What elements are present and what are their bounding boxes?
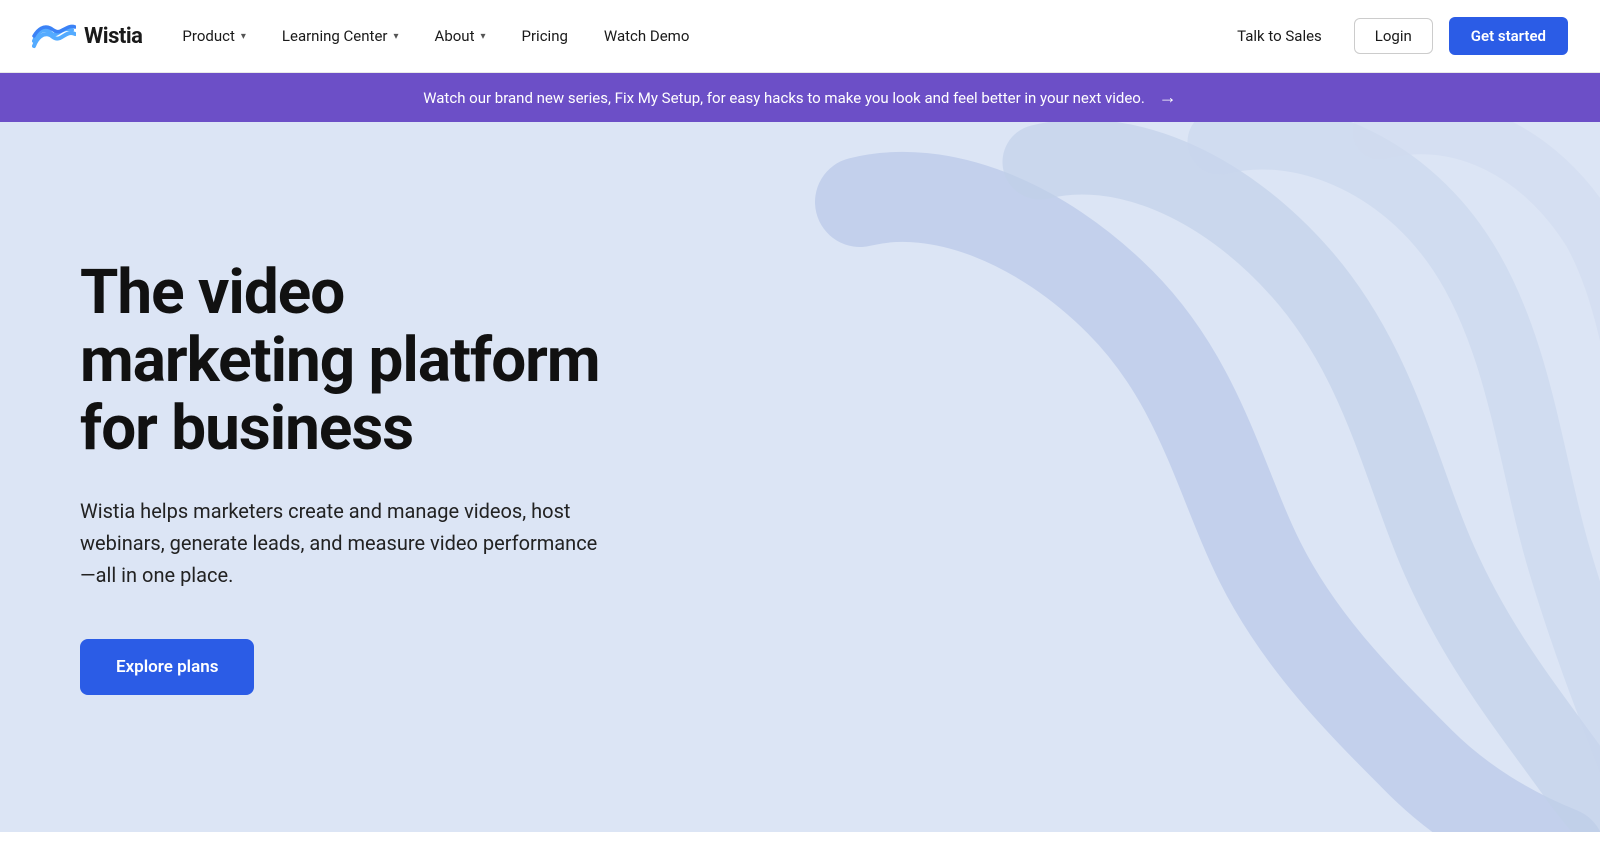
nav-watch-demo-label: Watch Demo — [604, 27, 689, 45]
navbar: WISTIA Wistia Product ▾ Learning Center … — [0, 0, 1600, 73]
nav-watch-demo[interactable]: Watch Demo — [588, 19, 705, 53]
explore-plans-button[interactable]: Explore plans — [80, 639, 254, 695]
hero-subtitle: Wistia helps marketers create and manage… — [80, 495, 600, 591]
nav-pricing[interactable]: Pricing — [506, 19, 584, 53]
nav-links: Product ▾ Learning Center ▾ About ▾ Pric… — [166, 19, 1221, 53]
product-chevron-icon: ▾ — [241, 31, 246, 42]
banner-arrow-icon: → — [1159, 87, 1177, 108]
about-chevron-icon: ▾ — [480, 31, 485, 42]
banner-text: Watch our brand new series, Fix My Setup… — [423, 89, 1145, 107]
hero-title: The video marketing platform for busines… — [80, 259, 600, 464]
wistia-logo: WISTIA — [32, 18, 76, 54]
promo-banner[interactable]: Watch our brand new series, Fix My Setup… — [0, 73, 1600, 122]
logo-link[interactable]: WISTIA Wistia — [32, 18, 142, 54]
nav-product[interactable]: Product ▾ — [166, 19, 261, 53]
nav-learning-center-label: Learning Center — [282, 27, 388, 45]
nav-pricing-label: Pricing — [522, 27, 568, 45]
nav-about-label: About — [435, 27, 475, 45]
logo-text: Wistia — [84, 24, 142, 49]
get-started-button[interactable]: Get started — [1449, 17, 1568, 55]
hero-decorative-bg — [660, 122, 1600, 832]
nav-about[interactable]: About ▾ — [419, 19, 502, 53]
login-button[interactable]: Login — [1354, 18, 1433, 54]
talk-to-sales-link[interactable]: Talk to Sales — [1221, 19, 1338, 53]
hero-content: The video marketing platform for busines… — [0, 179, 680, 776]
nav-product-label: Product — [182, 27, 234, 45]
nav-learning-center[interactable]: Learning Center ▾ — [266, 19, 415, 53]
nav-right: Talk to Sales Login Get started — [1221, 17, 1568, 55]
learning-center-chevron-icon: ▾ — [394, 31, 399, 42]
hero-section: The video marketing platform for busines… — [0, 122, 1600, 832]
